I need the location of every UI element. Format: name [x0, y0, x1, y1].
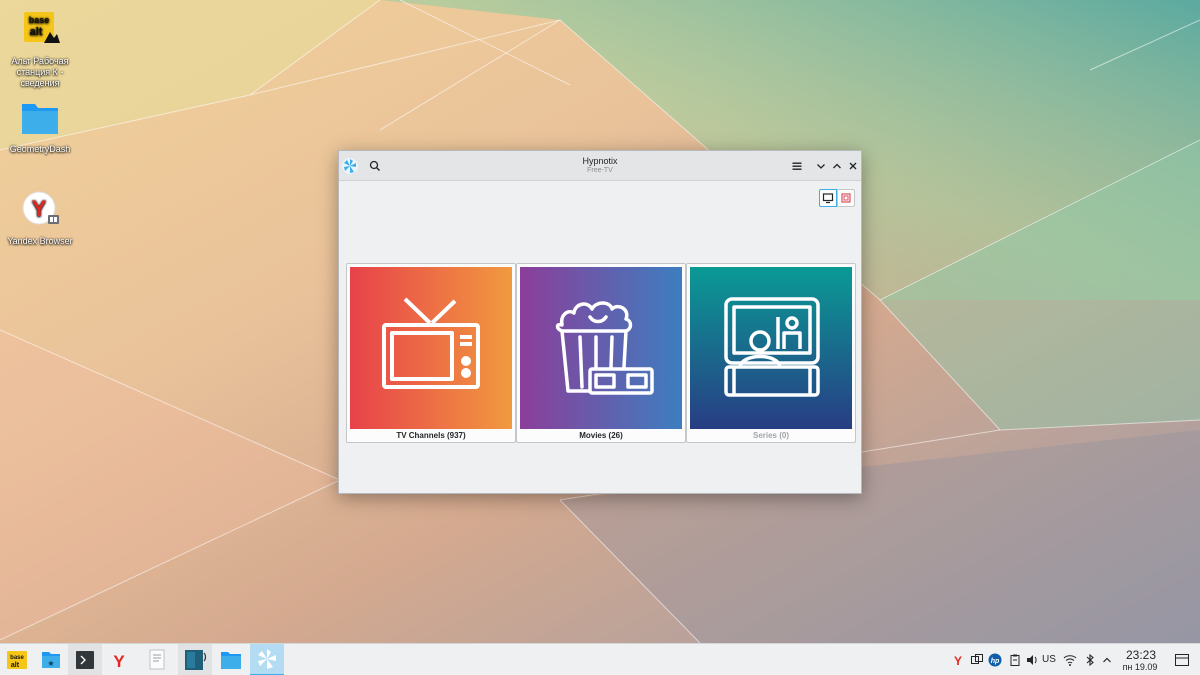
svg-text:Y: Y	[113, 652, 125, 671]
folder-star-icon: ★	[42, 652, 60, 668]
series-label: Series (0)	[752, 431, 790, 440]
series-art	[690, 267, 852, 429]
series-card[interactable]: Series (0)	[686, 263, 856, 443]
desktop-icon-label: GeometryDash	[9, 144, 71, 154]
desktop: base alt Альт Рабочая станция К - сведен…	[0, 0, 1200, 643]
tv-channels-card[interactable]: TV Channels (937)	[346, 263, 516, 443]
tv-channels-art	[350, 267, 512, 429]
wifi-icon[interactable]	[1063, 653, 1077, 667]
svg-text:alt: alt	[30, 26, 43, 38]
minimize-icon[interactable]	[813, 158, 829, 174]
keyboard-layout-indicator[interactable]: US	[1042, 654, 1056, 665]
task-file-manager-favorites[interactable]: ★	[34, 644, 68, 675]
desktop-icon-label: Альт Рабочая станция К - сведения	[11, 56, 69, 88]
yandex-icon: Y	[113, 652, 125, 671]
movies-label: Movies (26)	[579, 431, 623, 440]
terminal-icon	[76, 651, 94, 669]
movies-card[interactable]: Movies (26)	[516, 263, 686, 443]
tv-view-toggle[interactable]	[819, 189, 837, 207]
volume-icon[interactable]	[1025, 653, 1039, 667]
svg-text:Y: Y	[954, 654, 962, 667]
hypnotix-window: Hypnotix Free-TV TV Channels (937) Movie…	[338, 150, 862, 494]
task-terminal[interactable]	[68, 644, 102, 675]
clock-date[interactable]: пн 19.09	[1116, 662, 1164, 672]
hypnotix-icon	[258, 649, 276, 669]
window-subtitle: Free-TV	[587, 167, 613, 174]
svg-text:alt: alt	[11, 662, 20, 669]
movies-art	[520, 267, 682, 429]
basealt-logo: base alt	[24, 12, 60, 43]
svg-text:base: base	[29, 15, 50, 25]
task-media-player[interactable]	[178, 644, 212, 675]
folder-icon	[221, 652, 241, 669]
task-text-editor[interactable]	[140, 644, 174, 675]
desktop-icon-label: Yandex Browser	[7, 236, 73, 246]
bluetooth-icon[interactable]	[1083, 653, 1097, 667]
chevron-up-icon[interactable]	[1100, 653, 1114, 667]
hp-printer-icon[interactable]: hp	[988, 653, 1002, 667]
yandex-tray-icon[interactable]: Y	[951, 653, 965, 667]
folder-icon	[22, 104, 58, 134]
clipboard-sync-icon[interactable]	[970, 653, 984, 667]
task-file-manager[interactable]	[214, 644, 248, 675]
maximize-icon[interactable]	[829, 158, 845, 174]
hamburger-menu-icon[interactable]	[789, 158, 805, 174]
svg-text:Y: Y	[32, 196, 47, 221]
svg-text:hp: hp	[991, 658, 1000, 665]
clock-time[interactable]: 23:23	[1118, 648, 1164, 662]
close-icon[interactable]	[845, 158, 861, 174]
taskbar: base alt ★ Y Y hp US 23:23 пн 19.09	[0, 643, 1200, 675]
yandex-browser-icon: Y	[22, 191, 59, 225]
desktop-icon-basealt-info[interactable]: base alt Альт Рабочая станция К - сведен…	[0, 10, 80, 89]
application-launcher-button[interactable]: base alt	[0, 644, 34, 675]
text-document-icon	[149, 649, 165, 670]
task-hypnotix[interactable]	[250, 644, 284, 675]
task-yandex-browser[interactable]: Y	[102, 644, 136, 675]
monitor-icon	[822, 193, 834, 204]
favorites-view-toggle[interactable]	[837, 189, 855, 207]
clipboard-icon[interactable]	[1008, 653, 1022, 667]
basealt-launcher-icon: base alt	[7, 651, 27, 669]
tv-channels-label: TV Channels (937)	[396, 431, 466, 440]
film-icon	[841, 193, 851, 203]
show-desktop-icon[interactable]	[1173, 651, 1191, 669]
window-title: Hypnotix	[582, 156, 618, 166]
svg-text:base: base	[10, 655, 24, 661]
desktop-icon-yandex-browser[interactable]: Y Yandex Browser	[0, 190, 80, 247]
desktop-icon-geometrydash[interactable]: GeometryDash	[0, 98, 80, 155]
svg-text:★: ★	[47, 659, 54, 668]
media-player-icon	[185, 650, 207, 670]
title-bar[interactable]: Hypnotix Free-TV	[339, 151, 861, 181]
